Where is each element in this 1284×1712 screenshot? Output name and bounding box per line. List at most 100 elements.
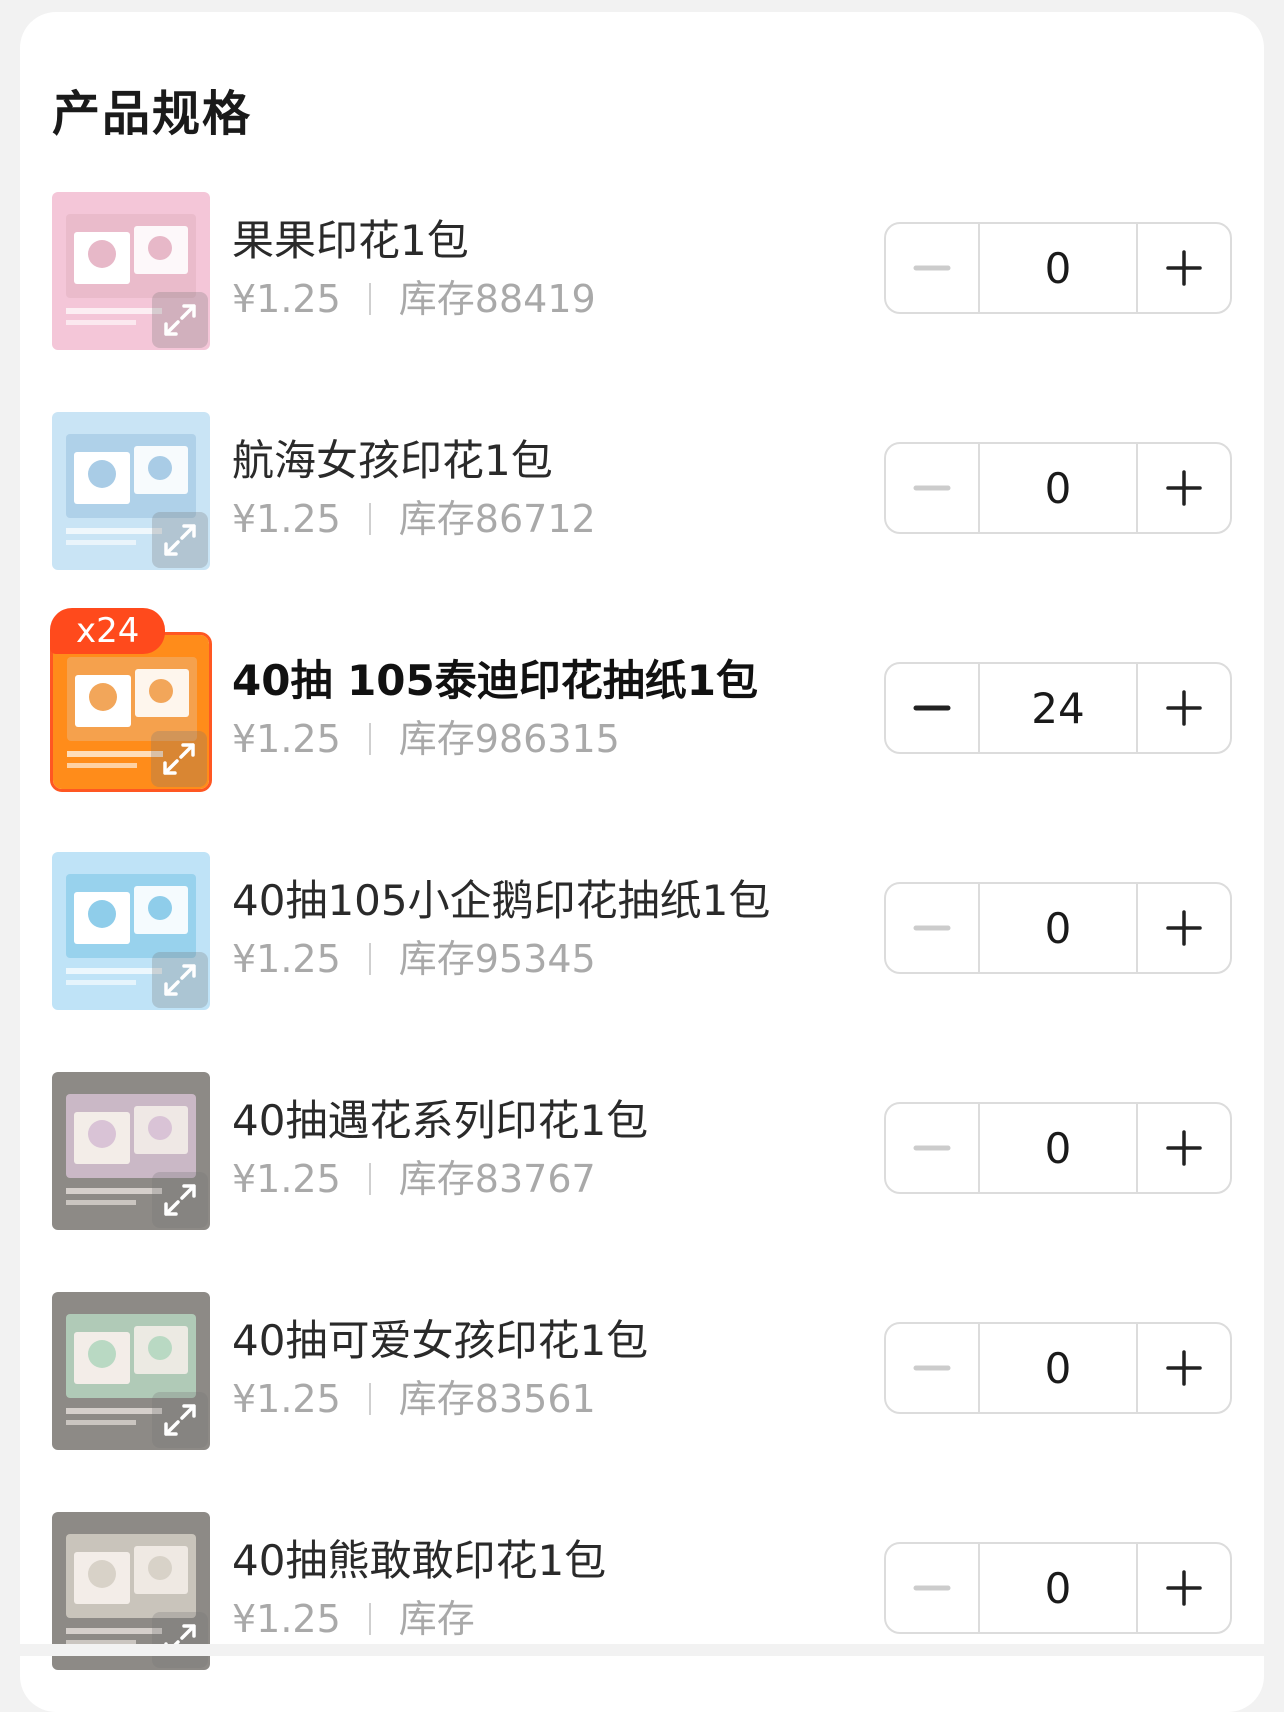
increase-button[interactable] bbox=[1138, 444, 1230, 532]
product-price: ¥1.25 bbox=[232, 277, 341, 321]
decrease-button[interactable] bbox=[886, 1544, 978, 1632]
meta-divider bbox=[368, 283, 371, 315]
increase-button[interactable] bbox=[1138, 884, 1230, 972]
expand-icon bbox=[164, 1184, 196, 1216]
plus-icon bbox=[1166, 1130, 1202, 1166]
product-name: 果果印花1包 bbox=[232, 216, 469, 265]
meta-divider bbox=[368, 943, 371, 975]
minus-icon bbox=[913, 265, 951, 271]
decrease-button[interactable] bbox=[886, 1104, 978, 1192]
product-name: 40抽可爱女孩印花1包 bbox=[232, 1316, 649, 1365]
spec-row: 40抽熊敢敢印花1包 ¥1.25 库存 0 bbox=[20, 1512, 1264, 1692]
quantity-value[interactable]: 0 bbox=[978, 1544, 1138, 1632]
quantity-stepper: 0 bbox=[884, 1542, 1232, 1634]
spec-row: 40抽105小企鹅印花抽纸1包 ¥1.25 库存95345 0 bbox=[20, 852, 1264, 1032]
product-price: ¥1.25 bbox=[232, 497, 341, 541]
quantity-value[interactable]: 0 bbox=[978, 884, 1138, 972]
product-price: ¥1.25 bbox=[232, 717, 341, 761]
expand-icon bbox=[164, 304, 196, 336]
product-thumbnail[interactable] bbox=[52, 192, 210, 350]
spec-row: 40抽遇花系列印花1包 ¥1.25 库存83767 0 bbox=[20, 1072, 1264, 1252]
spec-row: 40抽可爱女孩印花1包 ¥1.25 库存83561 0 bbox=[20, 1292, 1264, 1472]
product-stock: 库存986315 bbox=[398, 717, 620, 761]
product-thumbnail[interactable] bbox=[52, 1292, 210, 1450]
decrease-button[interactable] bbox=[886, 884, 978, 972]
quantity-stepper: 0 bbox=[884, 882, 1232, 974]
page-bottom-edge bbox=[0, 1644, 1284, 1656]
product-stock: 库存86712 bbox=[398, 497, 596, 541]
quantity-value[interactable]: 0 bbox=[978, 1324, 1138, 1412]
plus-icon bbox=[1166, 1570, 1202, 1606]
plus-icon bbox=[1166, 910, 1202, 946]
meta-divider bbox=[368, 1163, 371, 1195]
expand-icon bbox=[164, 524, 196, 556]
product-thumbnail[interactable] bbox=[52, 852, 210, 1010]
product-meta: ¥1.25 库存95345 bbox=[232, 936, 596, 982]
product-stock: 库存 bbox=[398, 1597, 475, 1641]
meta-divider bbox=[368, 1383, 371, 1415]
expand-icon bbox=[164, 1404, 196, 1436]
meta-divider bbox=[368, 503, 371, 535]
plus-icon bbox=[1166, 1350, 1202, 1386]
product-name: 航海女孩印花1包 bbox=[232, 436, 553, 485]
increase-button[interactable] bbox=[1138, 224, 1230, 312]
expand-image-button[interactable] bbox=[152, 1612, 208, 1668]
product-meta: ¥1.25 库存83767 bbox=[232, 1156, 596, 1202]
product-thumbnail[interactable] bbox=[50, 632, 212, 792]
quantity-stepper: 24 bbox=[884, 662, 1232, 754]
quantity-value[interactable]: 0 bbox=[978, 444, 1138, 532]
quantity-value[interactable]: 0 bbox=[978, 1104, 1138, 1192]
product-meta: ¥1.25 库存 bbox=[232, 1596, 475, 1642]
product-spec-card: 产品规格 果果印花1包 ¥1.25 库存88419 0 航海女孩印花1包 ¥1.25 库存8… bbox=[20, 12, 1264, 1712]
meta-divider bbox=[368, 1603, 371, 1635]
product-stock: 库存83561 bbox=[398, 1377, 596, 1421]
product-name: 40抽105小企鹅印花抽纸1包 bbox=[232, 876, 771, 925]
minus-icon bbox=[913, 925, 951, 931]
increase-button[interactable] bbox=[1138, 1324, 1230, 1412]
quantity-value[interactable]: 24 bbox=[978, 664, 1138, 752]
product-meta: ¥1.25 库存986315 bbox=[232, 716, 620, 762]
product-meta: ¥1.25 库存86712 bbox=[232, 496, 596, 542]
spec-row: 果果印花1包 ¥1.25 库存88419 0 bbox=[20, 192, 1264, 372]
increase-button[interactable] bbox=[1138, 1104, 1230, 1192]
increase-button[interactable] bbox=[1138, 1544, 1230, 1632]
quantity-stepper: 0 bbox=[884, 222, 1232, 314]
increase-button[interactable] bbox=[1138, 664, 1230, 752]
quantity-value[interactable]: 0 bbox=[978, 224, 1138, 312]
product-name: 40抽熊敢敢印花1包 bbox=[232, 1536, 607, 1585]
expand-image-button[interactable] bbox=[152, 292, 208, 348]
minus-icon bbox=[913, 1145, 951, 1151]
product-price: ¥1.25 bbox=[232, 1597, 341, 1641]
expand-image-button[interactable] bbox=[152, 952, 208, 1008]
product-thumbnail[interactable] bbox=[52, 412, 210, 570]
quantity-stepper: 0 bbox=[884, 1322, 1232, 1414]
expand-icon bbox=[163, 743, 195, 775]
minus-icon bbox=[913, 1365, 951, 1371]
plus-icon bbox=[1166, 690, 1202, 726]
decrease-button[interactable] bbox=[886, 1324, 978, 1412]
minus-icon bbox=[913, 1585, 951, 1591]
spec-row: 航海女孩印花1包 ¥1.25 库存86712 0 bbox=[20, 412, 1264, 592]
decrease-button[interactable] bbox=[886, 444, 978, 532]
product-price: ¥1.25 bbox=[232, 1377, 341, 1421]
product-thumbnail[interactable] bbox=[52, 1072, 210, 1230]
minus-icon bbox=[913, 705, 951, 711]
quantity-badge: x24 bbox=[50, 608, 166, 654]
product-stock: 库存88419 bbox=[398, 277, 596, 321]
meta-divider bbox=[368, 723, 371, 755]
product-meta: ¥1.25 库存83561 bbox=[232, 1376, 596, 1422]
decrease-button[interactable] bbox=[886, 224, 978, 312]
product-price: ¥1.25 bbox=[232, 1157, 341, 1201]
expand-image-button[interactable] bbox=[152, 1392, 208, 1448]
quantity-stepper: 0 bbox=[884, 442, 1232, 534]
plus-icon bbox=[1166, 470, 1202, 506]
product-stock: 库存83767 bbox=[398, 1157, 596, 1201]
expand-image-button[interactable] bbox=[152, 1172, 208, 1228]
product-price: ¥1.25 bbox=[232, 937, 341, 981]
expand-image-button[interactable] bbox=[152, 512, 208, 568]
product-name: 40抽遇花系列印花1包 bbox=[232, 1096, 649, 1145]
expand-image-button[interactable] bbox=[151, 731, 207, 787]
decrease-button[interactable] bbox=[886, 664, 978, 752]
expand-icon bbox=[164, 964, 196, 996]
product-name: 40抽 105泰迪印花抽纸1包 bbox=[232, 656, 758, 705]
